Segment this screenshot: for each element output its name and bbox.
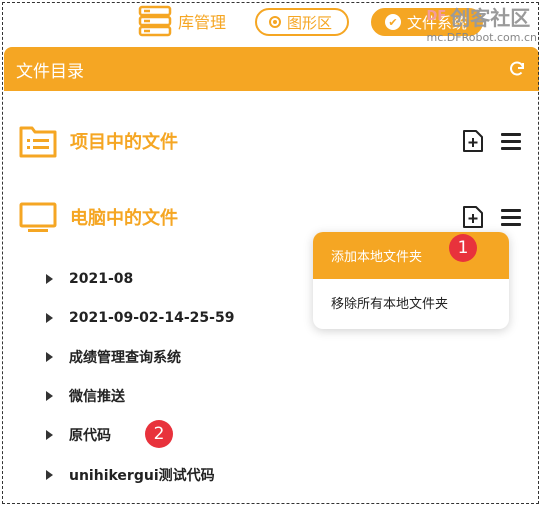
caret-right-icon[interactable] xyxy=(46,469,53,480)
tree-item-label: 成绩管理查询系统 xyxy=(69,349,181,366)
radio-icon xyxy=(269,16,281,28)
database-icon xyxy=(138,5,172,37)
caret-right-icon[interactable] xyxy=(46,430,53,441)
project-files-title: 项目中的文件 xyxy=(70,132,178,153)
watermark-prefix: DF xyxy=(426,9,447,24)
computer-files-section[interactable]: 电脑中的文件 xyxy=(18,198,523,236)
refresh-icon[interactable] xyxy=(507,59,527,79)
remove-all-local-folders-item[interactable]: 移除所有本地文件夹 xyxy=(313,279,509,326)
tab-graph-label: 图形区 xyxy=(287,13,333,32)
tree-item[interactable]: 原代码 xyxy=(46,416,234,455)
tree-item-label: unihikergui测试代码 xyxy=(69,467,215,484)
tree-item[interactable]: 微信推送 xyxy=(46,377,234,416)
tree-item[interactable]: 2021-09-02-14-25-59 xyxy=(46,298,234,337)
tab-graph[interactable]: 图形区 xyxy=(255,8,349,36)
step-badge-1: 1 xyxy=(449,234,477,262)
tab-library[interactable]: 库管理 xyxy=(138,5,226,37)
project-files-section[interactable]: 项目中的文件 xyxy=(18,122,523,160)
tree-item[interactable]: 2021-08 xyxy=(46,259,234,298)
tree-item-label: 原代码 xyxy=(69,428,111,445)
folder-menu-dropdown: 添加本地文件夹 移除所有本地文件夹 xyxy=(313,232,509,329)
menu-icon[interactable] xyxy=(499,205,523,229)
tree-item[interactable]: 成绩管理查询系统 xyxy=(46,337,234,376)
caret-right-icon[interactable] xyxy=(46,312,53,323)
caret-right-icon[interactable] xyxy=(46,273,53,284)
folder-tree: 2021-08 2021-09-02-14-25-59 成绩管理查询系统 微信推… xyxy=(46,259,234,494)
watermark-url: mc.DFRobot.com.cn xyxy=(426,31,537,44)
add-local-folder-item[interactable]: 添加本地文件夹 xyxy=(313,232,509,279)
check-icon: ✔ xyxy=(385,14,401,30)
add-file-icon[interactable] xyxy=(461,129,485,153)
caret-right-icon[interactable] xyxy=(46,391,53,402)
computer-files-title: 电脑中的文件 xyxy=(70,208,178,229)
header-title: 文件目录 xyxy=(16,61,84,82)
watermark: DF 创客社区 mc.DFRobot.com.cn xyxy=(427,2,537,44)
caret-right-icon[interactable] xyxy=(46,351,53,362)
add-file-icon[interactable] xyxy=(461,205,485,229)
file-directory-header: 文件目录 xyxy=(4,47,539,91)
folder-list-icon xyxy=(19,126,57,158)
watermark-logo: DF 创客社区 xyxy=(427,2,537,31)
tab-library-label: 库管理 xyxy=(178,13,227,32)
top-tab-bar: 库管理 图形区 ✔ 文件系统 DF 创客社区 mc.DFRobot.com.cn xyxy=(0,0,543,46)
watermark-brand: 创客社区 xyxy=(450,6,531,30)
tree-item[interactable]: unihikergui测试代码 xyxy=(46,455,234,494)
menu-icon[interactable] xyxy=(499,129,523,153)
tree-item-label: 微信推送 xyxy=(69,389,125,406)
monitor-icon xyxy=(19,202,57,232)
tree-item-label: 2021-08 xyxy=(69,270,134,287)
tree-item-label: 2021-09-02-14-25-59 xyxy=(69,309,235,326)
step-badge-2: 2 xyxy=(145,420,173,448)
